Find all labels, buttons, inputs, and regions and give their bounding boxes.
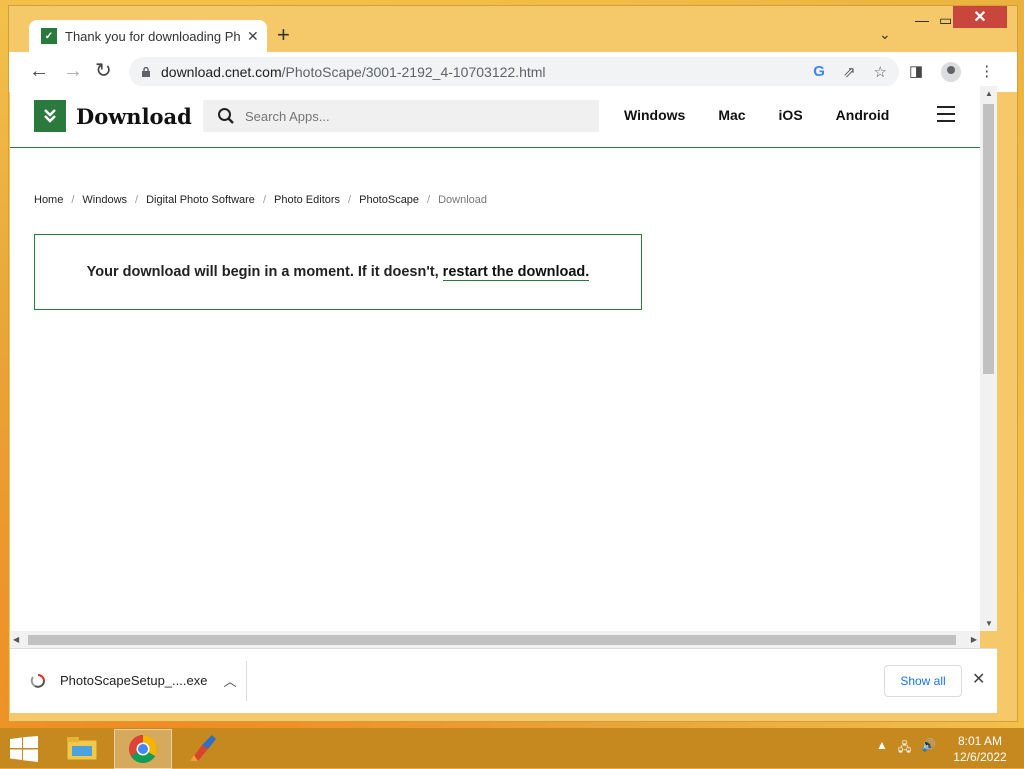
show-all-button[interactable]: Show all: [884, 665, 962, 697]
breadcrumb-photoscape[interactable]: PhotoScape: [359, 194, 419, 206]
tab-search-chevron-icon[interactable]: ⌄: [879, 26, 891, 43]
reload-icon[interactable]: ↻: [95, 60, 112, 82]
breadcrumb-photo-editors[interactable]: Photo Editors: [274, 194, 340, 206]
site-search-input[interactable]: [243, 107, 567, 125]
breadcrumb-windows[interactable]: Windows: [82, 194, 127, 206]
download-shelf: PhotoScapeSetup_....exe ︿ Show all ✕: [10, 648, 997, 713]
breadcrumb-download: Download: [438, 194, 488, 206]
cnet-download-favicon-icon: ✓: [41, 28, 57, 44]
volume-icon[interactable]: 🔊: [921, 738, 936, 759]
file-explorer-icon[interactable]: [54, 729, 110, 767]
windows-start-icon[interactable]: [10, 736, 38, 762]
side-panel-icon[interactable]: ◨: [909, 62, 923, 82]
profile-avatar-icon[interactable]: [941, 62, 962, 82]
horizontal-scrollbar[interactable]: ◀ ▶: [10, 631, 980, 648]
search-icon: [218, 108, 234, 124]
minimize-icon[interactable]: —: [915, 12, 929, 28]
site-logo-text[interactable]: Download: [76, 104, 192, 129]
download-notice: Your download will begin in a moment. If…: [34, 234, 642, 310]
close-window-button[interactable]: ✕: [953, 6, 1007, 28]
site-search-box[interactable]: [203, 100, 599, 132]
clock-date: 12/6/2022: [953, 750, 1007, 764]
nav-ios[interactable]: iOS: [779, 107, 803, 123]
address-bar[interactable]: download.cnet.com/PhotoScape/3001-2192_4…: [129, 57, 899, 87]
title-bar: ✓ Thank you for downloading PhotoScape ✕…: [9, 6, 1017, 52]
site-header: Download Windows Mac iOS Android: [10, 86, 980, 148]
toolbar-actions: ◨ ⋮: [909, 62, 994, 82]
chrome-icon: [129, 735, 157, 763]
url-path: /PhotoScape/3001-2192_4-10703122.html: [281, 64, 546, 80]
nav-android[interactable]: Android: [836, 107, 890, 123]
nav-mac[interactable]: Mac: [718, 107, 745, 123]
vertical-scrollbar[interactable]: ▲ ▼: [980, 86, 997, 631]
taskbar: ▲ 🖧 🔊 8:01 AM 12/6/2022: [0, 728, 1024, 769]
ccleaner-taskbar-icon[interactable]: [176, 729, 232, 767]
tab-close-icon[interactable]: ✕: [247, 28, 259, 45]
taskbar-clock[interactable]: 8:01 AM 12/6/2022: [950, 733, 1010, 765]
download-file-name: PhotoScapeSetup_....exe: [60, 673, 208, 688]
horizontal-scroll-thumb[interactable]: [28, 635, 956, 645]
chevron-up-icon[interactable]: ︿: [223, 671, 236, 690]
lock-icon: [142, 67, 150, 77]
bookmark-star-icon[interactable]: ☆: [874, 63, 887, 81]
scroll-up-icon[interactable]: ▲: [985, 89, 993, 98]
scroll-right-icon[interactable]: ▶: [971, 635, 977, 644]
tab-title: Thank you for downloading PhotoScape: [65, 28, 241, 44]
web-page: Download Windows Mac iOS Android Home/ W…: [10, 86, 980, 631]
url-host: download.cnet.com: [161, 64, 282, 80]
omnibox-actions: G ⇗ ☆: [813, 63, 887, 81]
chrome-taskbar-icon[interactable]: [114, 729, 172, 769]
scroll-left-icon[interactable]: ◀: [13, 635, 19, 644]
platform-nav: Windows Mac iOS Android: [624, 107, 922, 123]
download-notice-text: Your download will begin in a moment. If…: [86, 264, 439, 280]
forward-icon[interactable]: →: [63, 60, 83, 82]
download-item[interactable]: PhotoScapeSetup_....exe ︿: [30, 671, 236, 690]
close-download-shelf-icon[interactable]: ✕: [972, 669, 985, 689]
browser-tab[interactable]: ✓ Thank you for downloading PhotoScape ✕: [29, 20, 267, 52]
nav-windows[interactable]: Windows: [624, 107, 685, 123]
folder-icon: [66, 737, 98, 761]
breadcrumb-digital-photo-software[interactable]: Digital Photo Software: [146, 194, 255, 206]
share-icon[interactable]: ⇗: [843, 63, 856, 81]
maximize-icon[interactable]: ▭: [939, 12, 952, 29]
download-progress-icon: [30, 673, 45, 688]
scroll-down-icon[interactable]: ▼: [985, 619, 993, 628]
back-icon[interactable]: ←: [29, 60, 49, 82]
menu-kebab-icon[interactable]: ⋮: [979, 62, 994, 82]
hamburger-menu-icon[interactable]: [937, 106, 955, 127]
clock-time: 8:01 AM: [957, 734, 1003, 748]
url-text: download.cnet.com/PhotoScape/3001-2192_4…: [161, 64, 546, 80]
double-chevron-down-icon: [44, 109, 56, 123]
breadcrumb-home[interactable]: Home: [34, 194, 63, 206]
new-tab-button[interactable]: +: [277, 23, 290, 47]
restart-download-link[interactable]: restart the download.: [442, 264, 590, 281]
system-tray: ▲ 🖧 🔊: [876, 738, 936, 759]
download-divider: [246, 661, 247, 701]
vertical-scroll-thumb[interactable]: [983, 104, 994, 374]
google-lens-icon[interactable]: G: [813, 63, 825, 81]
network-icon[interactable]: 🖧: [898, 738, 911, 759]
breadcrumb: Home / Windows / Digital Photo Software / P…: [34, 194, 488, 206]
ccleaner-icon: [190, 735, 216, 761]
download-logo-icon[interactable]: [34, 100, 66, 132]
tray-expand-icon[interactable]: ▲: [876, 738, 888, 759]
